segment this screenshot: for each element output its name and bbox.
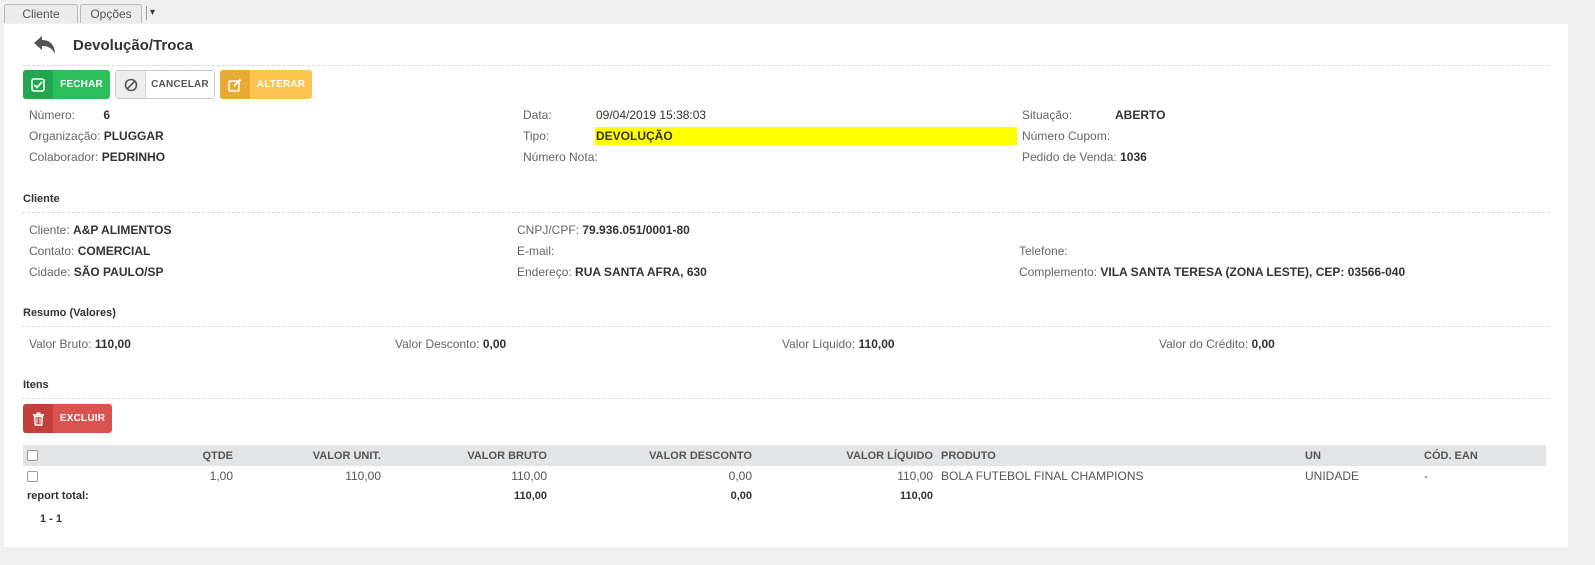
field-valor-bruto: Valor Bruto: 110,00: [29, 337, 131, 351]
total-label: report total:: [27, 490, 89, 502]
reply-arrow-icon[interactable]: [32, 34, 58, 56]
col-produto[interactable]: PRODUTO: [937, 445, 1301, 466]
cell-valor-desconto: 0,00: [728, 469, 752, 483]
items-table: QTDE VALOR UNIT. VALOR BRUTO VALOR DESCO…: [23, 445, 1546, 506]
tab-bar: Cliente Opções ▾: [0, 0, 1595, 24]
col-un[interactable]: UN: [1301, 445, 1420, 466]
cell-produto: BOLA FUTEBOL FINAL CHAMPIONS: [941, 469, 1144, 483]
section-title-itens: Itens: [23, 379, 49, 391]
section-title-cliente: Cliente: [23, 193, 60, 205]
select-all-checkbox[interactable]: [23, 445, 53, 466]
cell-valor-bruto: 110,00: [511, 469, 547, 483]
field-data-value: 09/04/2019 15:38:03: [596, 108, 707, 122]
field-telefone: Telefone:: [1019, 244, 1068, 258]
field-complemento: Complemento: VILA SANTA TERESA (ZONA LES…: [1019, 265, 1406, 279]
close-button-label: FECHAR: [60, 79, 103, 90]
field-tipo: Tipo:: [523, 129, 550, 143]
total-valor-bruto: 110,00: [513, 490, 547, 502]
field-contato: Contato: COMERCIAL: [29, 244, 151, 258]
field-pedido-venda: Pedido de Venda: 1036: [1022, 150, 1147, 164]
col-valor-desconto[interactable]: VALOR DESCONTO: [551, 445, 756, 466]
field-valor-credito: Valor do Crédito: 0,00: [1159, 337, 1275, 351]
field-colaborador: Colaborador: PEDRINHO: [29, 150, 166, 164]
edit-button[interactable]: ALTERAR: [220, 70, 312, 99]
divider: [22, 326, 1550, 327]
field-numero-nota: Número Nota:: [523, 150, 598, 164]
field-data: Data:: [523, 108, 552, 122]
table-row[interactable]: 1,00 110,00 110,00 0,00 110,00 BOLA FUTE…: [23, 466, 1546, 486]
col-qtde[interactable]: QTDE: [53, 445, 237, 466]
cell-qtde: 1,00: [209, 469, 233, 483]
field-numero: Número: 6: [29, 108, 111, 122]
field-email: E-mail:: [517, 244, 555, 258]
field-numero-cupom: Número Cupom:: [1022, 129, 1111, 143]
table-header-row: QTDE VALOR UNIT. VALOR BRUTO VALOR DESCO…: [23, 445, 1546, 466]
total-valor-desconto: 0,00: [730, 490, 752, 502]
pagination: 1 - 1: [40, 513, 63, 525]
page-title: Devolução/Troca: [73, 37, 194, 54]
field-situacao-value: ABERTO: [1115, 108, 1166, 122]
cancel-button[interactable]: CANCELAR: [115, 70, 215, 99]
tab-opcoes[interactable]: Opções: [80, 4, 142, 23]
divider: [22, 65, 1550, 66]
field-tipo-value: DEVOLUÇÃO: [596, 129, 673, 143]
main-panel: Devolução/Troca FECHAR CANCELAR ALTERAR …: [4, 24, 1568, 547]
cancel-button-label: CANCELAR: [151, 79, 209, 90]
trash-icon: [23, 404, 53, 433]
field-cidade: Cidade: SÃO PAULO/SP: [29, 265, 164, 279]
col-valor-unit[interactable]: VALOR UNIT.: [237, 445, 385, 466]
close-button[interactable]: FECHAR: [23, 70, 110, 99]
ban-icon: [116, 71, 146, 98]
field-organizacao: Organização: PLUGGAR: [29, 129, 164, 143]
field-situacao: Situação:: [1022, 108, 1073, 122]
col-valor-liquido[interactable]: VALOR LÍQUIDO: [756, 445, 937, 466]
total-valor-liquido: 110,00: [899, 490, 933, 502]
row-checkbox[interactable]: [23, 466, 53, 486]
section-title-resumo: Resumo (Valores): [23, 307, 116, 319]
field-cliente: Cliente: A&P ALIMENTOS: [29, 223, 172, 237]
delete-button[interactable]: EXCLUIR: [23, 404, 112, 433]
col-cod-ean[interactable]: CÓD. EAN: [1420, 445, 1546, 466]
cell-ean: -: [1424, 469, 1428, 483]
check-square-icon: [23, 70, 53, 99]
delete-button-label: EXCLUIR: [59, 413, 106, 424]
cell-valor-unit: 110,00: [345, 469, 381, 483]
field-valor-desconto: Valor Desconto: 0,00: [395, 337, 507, 351]
col-valor-bruto[interactable]: VALOR BRUTO: [385, 445, 551, 466]
field-valor-liquido: Valor Líquido: 110,00: [782, 337, 895, 351]
field-cnpj: CNPJ/CPF: 79.936.051/0001-80: [517, 223, 690, 237]
page-header: Devolução/Troca: [4, 24, 1568, 66]
field-endereco: Endereço: RUA SANTA AFRA, 630: [517, 265, 707, 279]
total-row: report total: 110,00 0,00 110,00: [23, 486, 1546, 506]
edit-button-label: ALTERAR: [256, 79, 306, 90]
tab-cliente[interactable]: Cliente: [4, 4, 78, 23]
edit-icon: [220, 70, 250, 99]
divider: [22, 212, 1550, 213]
tab-menu-dropdown-icon[interactable]: ▾: [146, 6, 155, 20]
cell-un: UNIDADE: [1305, 469, 1360, 483]
divider: [22, 398, 1550, 399]
cell-valor-liquido: 110,00: [897, 469, 933, 483]
